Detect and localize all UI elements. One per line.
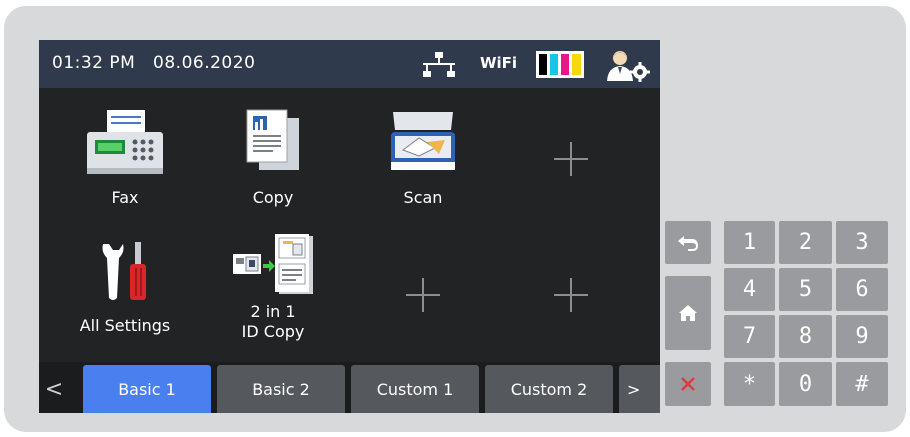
- keypad-key-star[interactable]: *: [724, 362, 775, 406]
- keypad-key-0[interactable]: 0: [779, 362, 832, 406]
- chevron-left-icon: <: [44, 376, 64, 402]
- id-copy-label-line1: 2 in 1: [250, 302, 296, 321]
- keypad-key-3[interactable]: 3: [836, 221, 888, 264]
- ink-levels-icon[interactable]: [536, 51, 584, 78]
- tab-prev-button[interactable]: <: [41, 365, 67, 413]
- admin-settings-icon[interactable]: [602, 48, 652, 82]
- fax-tile[interactable]: Fax: [51, 92, 199, 226]
- id-copy-label-line2: ID Copy: [241, 322, 305, 341]
- copy-label: Copy: [252, 188, 294, 207]
- keypad-key-9[interactable]: 9: [836, 315, 888, 358]
- keypad-key-5[interactable]: 5: [779, 268, 832, 311]
- stop-icon: [681, 377, 695, 391]
- scan-icon: [391, 112, 455, 170]
- tab-basic-2[interactable]: Basic 2: [217, 365, 345, 413]
- back-icon: [678, 235, 698, 251]
- add-shortcut-icon: [554, 278, 588, 312]
- id-copy-icon: [233, 234, 313, 294]
- keypad-key-7[interactable]: 7: [724, 315, 775, 358]
- fax-label: Fax: [111, 188, 139, 207]
- home-button[interactable]: [665, 276, 711, 350]
- keypad-key-hash[interactable]: #: [836, 362, 888, 406]
- add-shortcut-tile[interactable]: [349, 228, 497, 362]
- chevron-right-icon: >: [627, 379, 641, 399]
- scan-label: Scan: [403, 188, 443, 207]
- tab-custom-2[interactable]: Custom 2: [485, 365, 613, 413]
- copy-icon: [246, 109, 299, 170]
- tab-custom-1[interactable]: Custom 1: [351, 365, 479, 413]
- add-shortcut-icon: [554, 142, 588, 176]
- scan-tile[interactable]: Scan: [349, 92, 497, 226]
- control-panel: 01:32 PM 08.06.2020 WiFi Fax Copy Scan A…: [4, 6, 906, 432]
- status-time: 01:32 PM 08.06.2020: [52, 53, 256, 73]
- id-copy-tile[interactable]: 2 in 1 ID Copy: [199, 228, 347, 362]
- wifi-status[interactable]: WiFi: [480, 54, 517, 72]
- fax-icon: [87, 110, 163, 174]
- touchscreen: 01:32 PM 08.06.2020 WiFi Fax Copy Scan A…: [39, 40, 660, 413]
- keypad-key-6[interactable]: 6: [836, 268, 888, 311]
- status-bar: 01:32 PM 08.06.2020 WiFi: [39, 40, 660, 88]
- keypad-key-1[interactable]: 1: [724, 221, 775, 264]
- all-settings-tile[interactable]: All Settings: [51, 228, 199, 362]
- add-shortcut-icon: [406, 278, 440, 312]
- back-button[interactable]: [665, 221, 711, 264]
- wired-network-icon[interactable]: [422, 52, 456, 78]
- home-icon: [679, 305, 697, 321]
- settings-tools-icon: [102, 242, 146, 300]
- stop-button[interactable]: [665, 362, 711, 406]
- status-date: 08.06.2020: [153, 53, 256, 73]
- all-settings-label: All Settings: [79, 316, 171, 335]
- keypad-key-2[interactable]: 2: [779, 221, 832, 264]
- add-shortcut-tile[interactable]: [497, 228, 645, 362]
- copy-tile[interactable]: Copy: [199, 92, 347, 226]
- tab-bar: < Basic 1 Basic 2 Custom 1 Custom 2 >: [39, 362, 660, 413]
- add-shortcut-tile[interactable]: [497, 92, 645, 226]
- keypad-key-8[interactable]: 8: [779, 315, 832, 358]
- keypad-key-4[interactable]: 4: [724, 268, 775, 311]
- shortcut-grid: Fax Copy Scan All Settings 2 in 1 ID Cop…: [39, 88, 660, 362]
- tab-basic-1[interactable]: Basic 1: [83, 365, 211, 413]
- tab-next-button[interactable]: >: [619, 365, 660, 413]
